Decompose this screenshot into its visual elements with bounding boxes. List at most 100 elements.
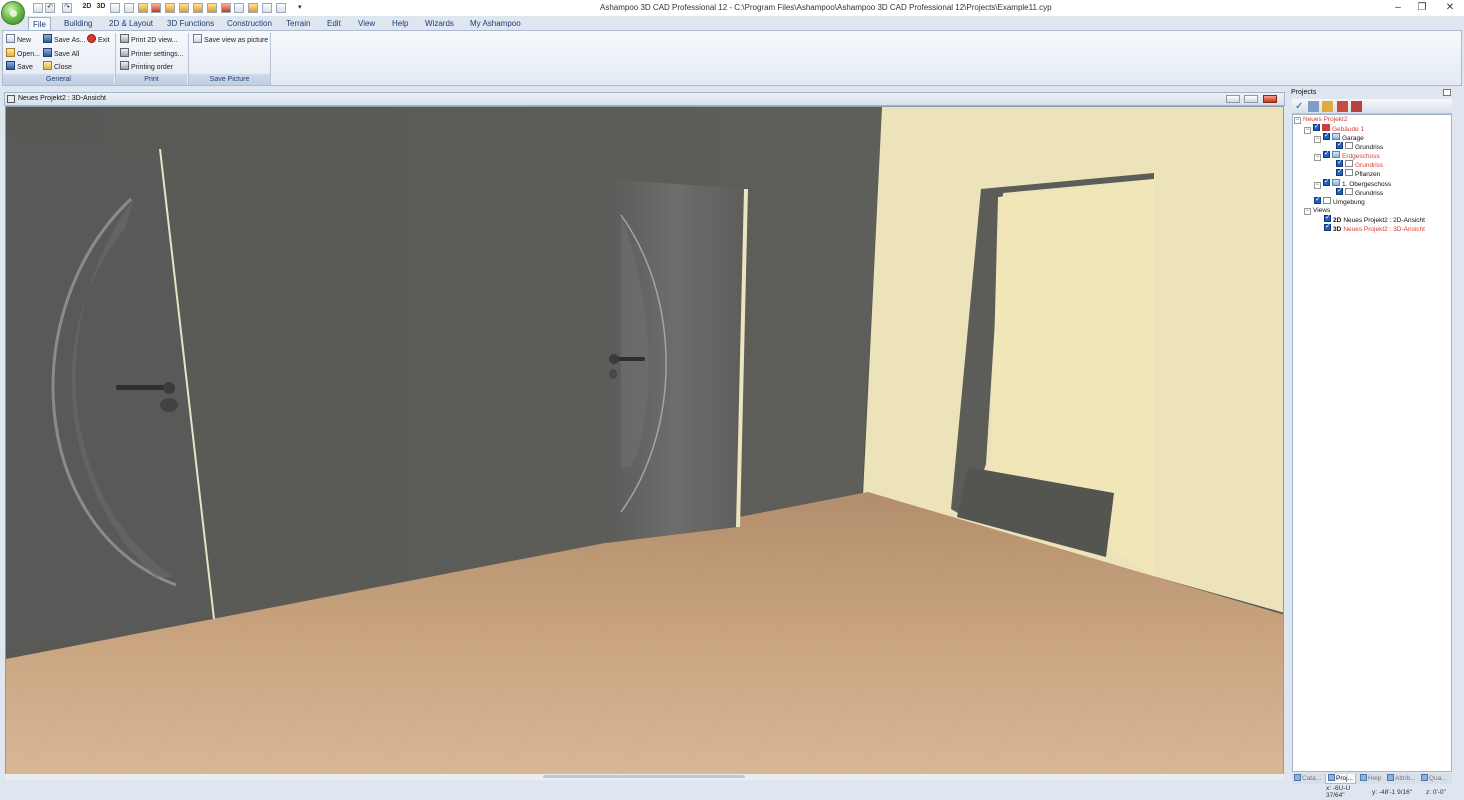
rotate-icon[interactable] (234, 3, 244, 13)
close-button[interactable]: ✕ (1436, 1, 1464, 14)
checkbox-icon[interactable] (1336, 167, 1343, 176)
tab-building[interactable]: Building (60, 17, 96, 31)
window-icon[interactable] (124, 3, 134, 13)
column-icon[interactable] (179, 3, 189, 13)
tab-2d-layout[interactable]: 2D & Layout (105, 17, 157, 31)
printing-order-button[interactable]: Printing order (120, 61, 173, 73)
tree-item-garage-plan[interactable]: Grundriss (1336, 140, 1383, 151)
view-2d-button[interactable]: 2D (82, 3, 92, 13)
checkbox-icon[interactable] (1323, 149, 1330, 158)
restore-button[interactable]: ❐ (1408, 1, 1436, 14)
tree-item-ground-floor[interactable]: − Erdgeschoss (1314, 149, 1380, 161)
tree-item-view-3d[interactable]: 3DNeues Projekt2 : 3D-Ansicht (1324, 222, 1425, 233)
tree-label: Grundriss (1355, 162, 1384, 169)
new-button[interactable]: New (6, 34, 31, 46)
tab-edit[interactable]: Edit (323, 17, 345, 31)
tree-label: Garage (1342, 135, 1364, 142)
tree-item-project[interactable]: − Neues Projekt2 (1294, 115, 1347, 124)
collapse-icon[interactable]: − (1314, 182, 1321, 189)
open-button[interactable]: Open... (6, 48, 40, 60)
tree-label: Neues Projekt2 : 2D-Ansicht (1343, 217, 1425, 224)
close-project-button[interactable]: Close (43, 61, 72, 73)
grid-icon[interactable] (110, 3, 120, 13)
floor-icon (1332, 151, 1340, 158)
print-2d-view-button[interactable]: Print 2D view... (120, 34, 178, 46)
tab-my-ashampoo[interactable]: My Ashampoo (466, 17, 525, 31)
tree-item-building[interactable]: − Gebäude 1 (1304, 122, 1364, 134)
pin-icon[interactable] (1443, 89, 1451, 96)
checkbox-icon[interactable] (1336, 158, 1343, 167)
tree-item-ground-plan[interactable]: Grundriss (1336, 158, 1384, 169)
document-title: Neues Projekt2 : 3D-Ansicht (18, 95, 106, 102)
collapse-icon[interactable]: − (1304, 208, 1311, 215)
printer-settings-button[interactable]: Printer settings... (120, 48, 184, 60)
edit-icon[interactable] (1322, 101, 1333, 112)
tab-construction[interactable]: Construction (223, 17, 276, 31)
select-icon[interactable] (165, 3, 175, 13)
exit-label: Exit (98, 37, 110, 44)
application-menu-button[interactable] (1, 1, 25, 25)
delete-icon[interactable] (1337, 101, 1348, 112)
camera-icon[interactable] (221, 3, 231, 13)
tab-label: Help (1368, 775, 1382, 782)
tab-attributes[interactable]: Attrib... (1387, 774, 1416, 784)
save-as-button[interactable]: Save As... (43, 34, 86, 46)
checkbox-icon[interactable] (1336, 186, 1343, 195)
tab-file[interactable]: File (28, 17, 51, 31)
collapse-icon[interactable]: − (1304, 127, 1311, 134)
tab-help[interactable]: Help (388, 17, 412, 31)
checkbox-icon[interactable] (1314, 195, 1321, 204)
doc-minimize-button[interactable] (1226, 95, 1240, 103)
3d-viewport[interactable] (5, 106, 1284, 780)
checkbox-icon[interactable] (1323, 131, 1330, 140)
tab-terrain[interactable]: Terrain (282, 17, 314, 31)
scrollbar-thumb[interactable] (543, 775, 745, 778)
tree-item-upper-floor[interactable]: − 1. Obergeschoss (1314, 177, 1391, 189)
door-icon[interactable] (151, 3, 161, 13)
doc-restore-button[interactable] (1244, 95, 1258, 103)
new-icon[interactable] (33, 3, 43, 13)
save-button[interactable]: Save (6, 61, 33, 73)
status-y: y: -48'-1 9/16" (1372, 789, 1413, 796)
tab-projects[interactable]: Proj... (1325, 774, 1356, 784)
save-view-label: Save view as picture (204, 37, 269, 44)
view-3d-button[interactable]: 3D (96, 3, 106, 13)
doc-close-button[interactable] (1263, 95, 1277, 103)
checkbox-icon[interactable] (1336, 140, 1343, 149)
printer-settings-icon (120, 48, 129, 57)
checkbox-icon[interactable] (1324, 213, 1331, 222)
tab-quantities[interactable]: Qua... (1421, 774, 1447, 784)
save-all-button[interactable]: Save All (43, 48, 79, 60)
wall-icon[interactable] (138, 3, 148, 13)
measure-icon[interactable] (193, 3, 203, 13)
customize-qat-icon[interactable]: ▾ (298, 3, 302, 11)
list-icon[interactable] (1308, 101, 1319, 112)
undo-icon[interactable]: ↶ (45, 3, 55, 13)
house-icon[interactable] (1351, 101, 1362, 112)
redo-icon[interactable]: ↷ (62, 3, 72, 13)
left-door-lock (160, 398, 178, 412)
tree-item-view-2d[interactable]: 2DNeues Projekt2 : 2D-Ansicht (1324, 213, 1425, 224)
collapse-icon[interactable]: − (1314, 136, 1321, 143)
tab-catalog[interactable]: Cata... (1294, 774, 1321, 784)
tree-item-upper-plan[interactable]: Grundriss (1336, 186, 1383, 197)
save-all-label: Save All (54, 51, 80, 58)
exit-button[interactable]: Exit (87, 34, 110, 46)
collapse-icon[interactable]: − (1314, 154, 1321, 161)
checkbox-icon[interactable] (1324, 222, 1331, 231)
tree-item-surroundings[interactable]: Umgebung (1314, 195, 1365, 206)
pen-icon[interactable] (262, 3, 272, 13)
text-icon[interactable] (248, 3, 258, 13)
tab-view[interactable]: View (354, 17, 379, 31)
checkbox-icon[interactable] (1313, 122, 1320, 131)
pointer-icon[interactable] (207, 3, 217, 13)
tab-3d-functions[interactable]: 3D Functions (163, 17, 218, 31)
tab-wizards[interactable]: Wizards (421, 17, 458, 31)
checkmark-icon[interactable]: ✓ (1295, 101, 1306, 112)
checkbox-icon[interactable] (1323, 177, 1330, 186)
collapse-icon[interactable]: − (1294, 117, 1301, 124)
tree-item-plants[interactable]: Pflanzen (1336, 167, 1380, 178)
save-view-as-picture-button[interactable]: Save view as picture (193, 34, 268, 46)
tab-help-panel[interactable]: Help (1360, 774, 1381, 784)
layers-icon[interactable] (276, 3, 286, 13)
